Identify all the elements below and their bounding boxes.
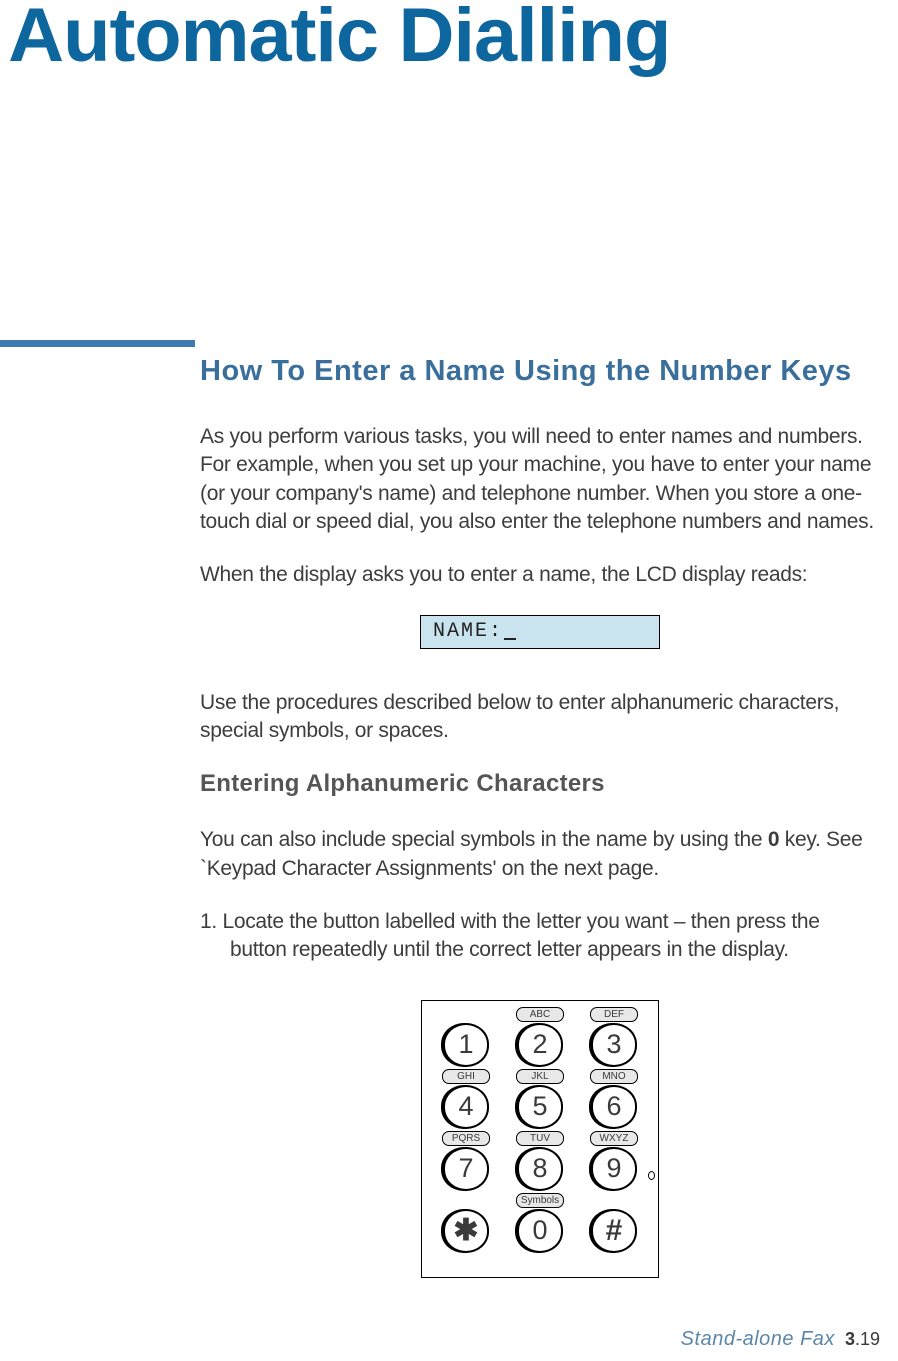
key-zero-bold: 0 [768,828,779,851]
key-label-def: DEF [590,1007,638,1022]
page-title: Automatic Dialling [0,0,898,72]
key-cell: PQRS 7 [432,1131,500,1191]
intro-paragraph-3: Use the procedures described below to en… [200,689,880,746]
separator-bar [0,340,195,347]
key-cell: GHI 4 [432,1069,500,1129]
key-cell: Symbols 0 [506,1193,574,1253]
key-cell: DEF 3 [580,1007,648,1067]
lcd-cursor [504,638,516,640]
key-cell: ✱ [432,1193,500,1253]
lcd-display: NAME: [420,615,660,649]
key-label-ghi: GHI [442,1069,490,1084]
key-cell: MNO 6 [580,1069,648,1129]
keypad-row: 1 ABC 2 DEF 3 [432,1007,648,1067]
subsection-paragraph: You can also include special symbols in … [200,826,880,883]
keypad-button-hash: # [591,1209,637,1253]
subsection-heading: Entering Alphanumeric Characters [200,770,880,798]
key-label-tuv: TUV [516,1131,564,1146]
page-footer: Stand-alone Fax 3.19 [681,1328,880,1351]
keypad-button-9: 9 [591,1147,637,1191]
lcd-text: NAME: [433,620,503,643]
footer-chapter: 3 [845,1329,855,1349]
section-heading: How To Enter a Name Using the Number Key… [200,355,880,388]
keypad-button-2: 2 [517,1023,563,1067]
key-label-mno: MNO [590,1069,638,1084]
footer-page: .19 [855,1329,880,1349]
key-label-wxyz: WXYZ [590,1131,638,1146]
key-label-symbols: Symbols [516,1193,564,1208]
key-cell: 1 [432,1007,500,1067]
key-cell: ABC 2 [506,1007,574,1067]
keypad-button-0: 0 [517,1209,563,1253]
intro-paragraph-1: As you perform various tasks, you will n… [200,423,880,536]
step-1: 1. Locate the button labelled with the l… [200,908,880,965]
keypad-row: PQRS 7 TUV 8 WXYZ 9 [432,1131,648,1191]
star-symbol: ✱ [453,1216,478,1246]
keypad-button-1: 1 [443,1023,489,1067]
key-cell: # [580,1193,648,1253]
key-label-pqrs: PQRS [442,1131,490,1146]
keypad-button-star: ✱ [443,1209,489,1253]
keypad-row: ✱ Symbols 0 # [432,1193,648,1253]
keypad-button-6: 6 [591,1085,637,1129]
key-label-abc: ABC [516,1007,564,1022]
keypad-button-7: 7 [443,1147,489,1191]
keypad-button-5: 5 [517,1085,563,1129]
key-cell: WXYZ 9 [580,1131,648,1191]
key-label-jkl: JKL [516,1069,564,1084]
intro-paragraph-2: When the display asks you to enter a nam… [200,561,880,589]
key-cell: TUV 8 [506,1131,574,1191]
keypad-row: GHI 4 JKL 5 MNO 6 [432,1069,648,1129]
keypad-button-4: 4 [443,1085,489,1129]
hash-symbol: # [606,1216,623,1246]
key-cell: JKL 5 [506,1069,574,1129]
content-column: How To Enter a Name Using the Number Key… [200,355,880,1278]
keypad-illustration: 1 ABC 2 DEF 3 GHI 4 JKL 5 MNO 6 [421,1000,659,1278]
keypad-button-8: 8 [517,1147,563,1191]
footer-section: Stand-alone Fax [681,1328,835,1350]
keypad-side-mark [648,1171,655,1180]
text-pre: You can also include special symbols in … [200,828,768,851]
keypad-button-3: 3 [591,1023,637,1067]
